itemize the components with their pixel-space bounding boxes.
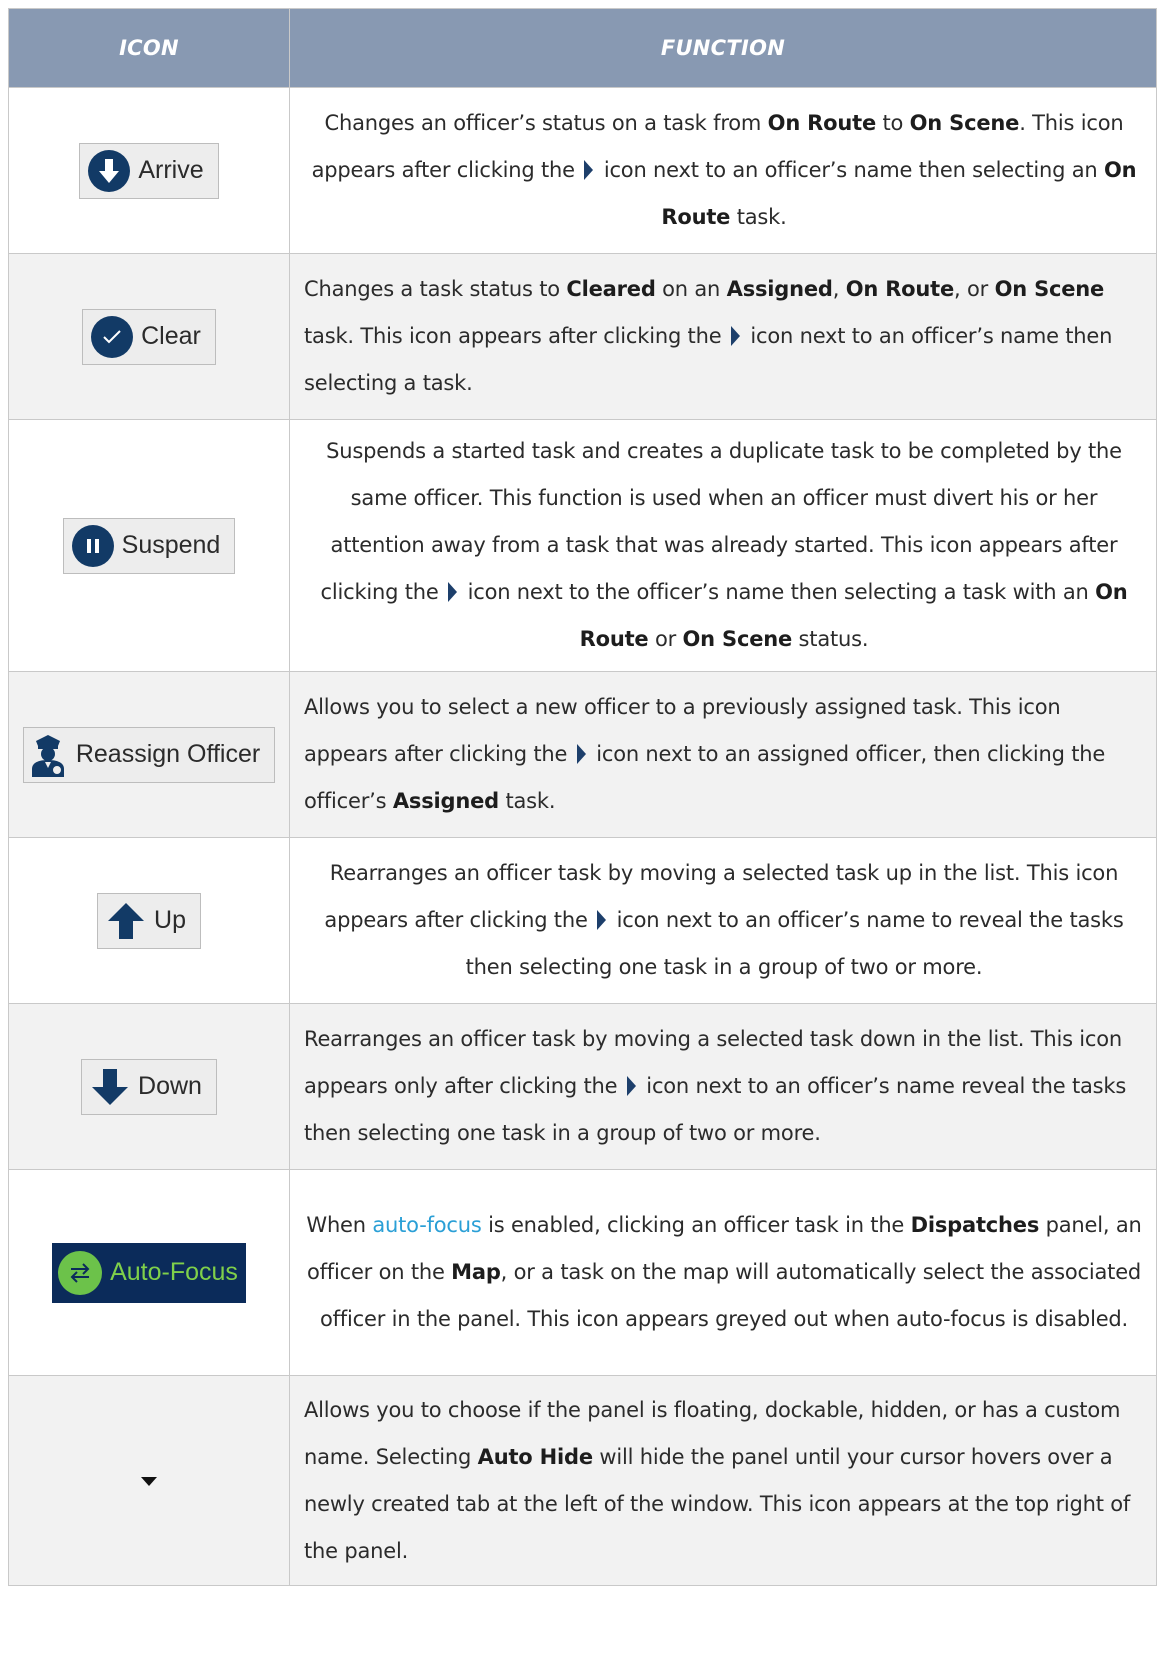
arrow-down-icon [90, 1067, 130, 1107]
table-row-suspend: Suspend Suspends a started task and crea… [8, 419, 1157, 672]
expand-triangle-icon [584, 160, 594, 180]
header-row: ICON FUNCTION [8, 8, 1157, 88]
caret-down-icon[interactable] [141, 1477, 157, 1486]
table-row-panel-menu: Allows you to choose if the panel is flo… [8, 1375, 1157, 1586]
arrow-down-circle-icon [88, 149, 131, 192]
reassign-officer-function-text: Allows you to select a new officer to a … [289, 671, 1157, 838]
panel-menu-function-text: Allows you to choose if the panel is flo… [289, 1375, 1157, 1586]
expand-triangle-icon [626, 1076, 636, 1096]
suspend-function-text: Suspends a started task and creates a du… [289, 419, 1157, 672]
arrive-button[interactable]: Arrive [79, 142, 219, 199]
table-row-auto-focus: Auto-Focus When auto-focus is enabled, c… [8, 1169, 1157, 1376]
table-row-reassign-officer: Reassign Officer Allows you to select a … [8, 671, 1157, 838]
arrive-function-text: Changes an officer’s status on a task fr… [289, 87, 1157, 254]
auto-focus-link[interactable]: auto-focus [372, 1213, 481, 1237]
table-row-arrive: Arrive Changes an officer’s status on a … [8, 87, 1157, 254]
expand-triangle-icon [597, 910, 607, 930]
reassign-officer-button[interactable]: Reassign Officer [22, 726, 276, 783]
arrow-up-icon [106, 901, 146, 941]
auto-focus-function-text: When auto-focus is enabled, clicking an … [289, 1169, 1157, 1376]
up-function-text: Rearranges an officer task by moving a s… [289, 837, 1157, 1004]
table-row-clear: Clear Changes a task status to Cleared o… [8, 253, 1157, 420]
expand-triangle-icon [576, 744, 586, 764]
icon-function-table: ICON FUNCTION Arrive Changes an officer’… [8, 8, 1157, 1586]
swap-arrows-icon [58, 1250, 103, 1295]
clear-function-text: Changes a task status to Cleared on an A… [289, 253, 1157, 420]
icon-column-header: ICON [8, 8, 290, 88]
pause-circle-icon [71, 524, 114, 567]
check-circle-icon [91, 315, 134, 358]
function-column-header: FUNCTION [289, 8, 1157, 88]
expand-triangle-icon [730, 326, 740, 346]
auto-focus-button[interactable]: Auto-Focus [52, 1242, 246, 1303]
up-button[interactable]: Up [97, 892, 201, 949]
down-function-text: Rearranges an officer task by moving a s… [289, 1003, 1157, 1170]
table-row-up: Up Rearranges an officer task by moving … [8, 837, 1157, 1004]
suspend-button[interactable]: Suspend [62, 517, 236, 574]
clear-button[interactable]: Clear [82, 308, 216, 365]
table-row-down: Down Rearranges an officer task by movin… [8, 1003, 1157, 1170]
down-button[interactable]: Down [81, 1058, 217, 1115]
expand-triangle-icon [448, 582, 458, 602]
police-officer-icon [28, 733, 68, 777]
